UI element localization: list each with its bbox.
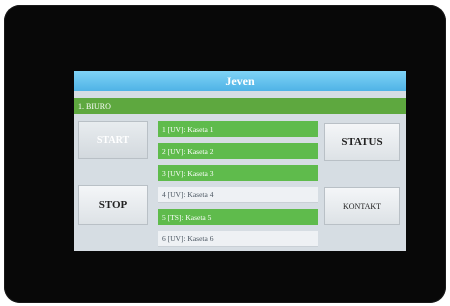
cassette-label: 1 [UV]: Kaseta 1 bbox=[162, 124, 214, 134]
cassette-item[interactable]: 3 [UV]: Kaseta 3 bbox=[158, 165, 318, 181]
cassette-item[interactable]: 6 [UV]: Kaseta 6 bbox=[158, 231, 318, 247]
cassette-item[interactable]: 1 [UV]: Kaseta 1 bbox=[158, 121, 318, 137]
kontakt-button[interactable]: KONTAKT bbox=[324, 187, 400, 225]
cassette-label: 6 [UV]: Kaseta 6 bbox=[162, 234, 214, 243]
location-bar[interactable]: 1. BIURO bbox=[74, 98, 406, 114]
cassette-item[interactable]: 2 [UV]: Kaseta 2 bbox=[158, 143, 318, 159]
start-button[interactable]: START bbox=[78, 121, 148, 159]
cassette-list: 1 [UV]: Kaseta 1 2 [UV]: Kaseta 2 3 [UV]… bbox=[158, 121, 318, 251]
location-label: 1. BIURO bbox=[78, 101, 111, 111]
cassette-label: 5 [TS]: Kaseta 5 bbox=[162, 212, 212, 222]
cassette-label: 3 [UV]: Kaseta 3 bbox=[162, 168, 214, 178]
cassette-label: 2 [UV]: Kaseta 2 bbox=[162, 146, 214, 156]
touch-screen: Jeven 1. BIURO START STOP 1 [UV]: Kaseta… bbox=[74, 71, 406, 251]
stop-button[interactable]: STOP bbox=[78, 185, 148, 225]
cassette-item[interactable]: 5 [TS]: Kaseta 5 bbox=[158, 209, 318, 225]
device-bezel: Jeven 1. BIURO START STOP 1 [UV]: Kaseta… bbox=[4, 5, 446, 303]
cassette-label: 4 [UV]: Kaseta 4 bbox=[162, 190, 214, 199]
status-button[interactable]: STATUS bbox=[324, 123, 400, 161]
title-bar: Jeven bbox=[74, 71, 406, 91]
app-title: Jeven bbox=[225, 73, 255, 88]
cassette-item[interactable]: 4 [UV]: Kaseta 4 bbox=[158, 187, 318, 203]
